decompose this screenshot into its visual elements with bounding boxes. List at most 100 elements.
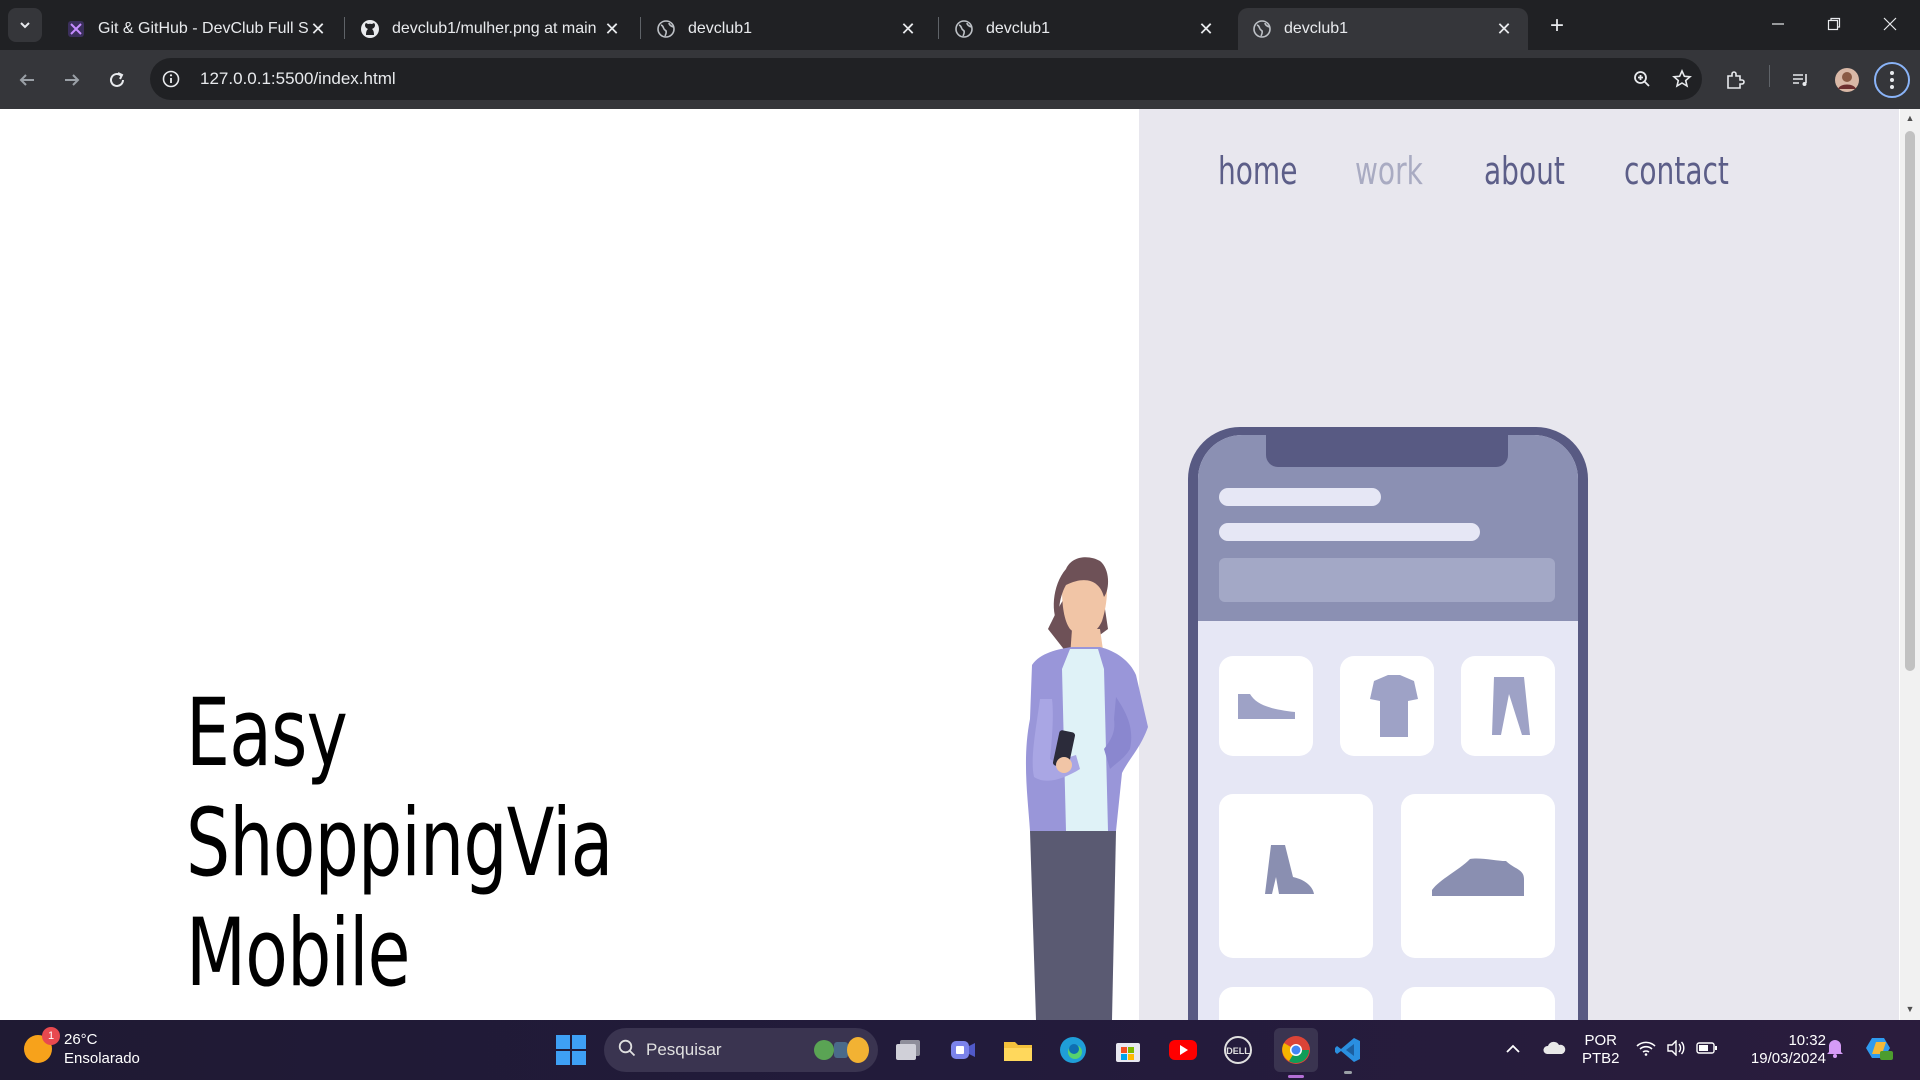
copilot-button[interactable] xyxy=(1864,1020,1898,1080)
sun-icon: 1 xyxy=(24,1027,60,1063)
tab-devclub1-a[interactable]: devclub1 ✕ xyxy=(642,8,932,50)
arrow-left-icon xyxy=(19,74,34,86)
microsoft-store-icon[interactable] xyxy=(1110,1032,1146,1068)
devclub-icon xyxy=(66,19,86,39)
hero-illustration xyxy=(1025,427,1588,1020)
weather-condition: Ensolarado xyxy=(64,1050,140,1067)
notifications-button[interactable] xyxy=(1826,1020,1848,1080)
input-language[interactable]: POR PTB2 xyxy=(1582,1032,1620,1068)
browser-chrome: Git & GitHub - DevClub Full Sta ✕ devclu… xyxy=(0,0,1920,109)
search-placeholder: Pesquisar xyxy=(646,1040,722,1059)
avatar[interactable] xyxy=(1830,63,1864,97)
tab-separator xyxy=(344,17,345,39)
copilot-icon xyxy=(1864,1034,1898,1067)
phone-illustration xyxy=(1188,427,1588,1020)
extensions-icon[interactable] xyxy=(1718,63,1752,97)
teams-icon[interactable] xyxy=(945,1032,981,1068)
tab-title: devclub1 xyxy=(986,20,1051,37)
globe-icon xyxy=(954,19,974,39)
active-indicator xyxy=(1288,1075,1304,1078)
search-highlight-icon xyxy=(814,1037,869,1063)
task-view-icon[interactable] xyxy=(890,1032,926,1068)
weather-temp: 26°C xyxy=(64,1031,98,1048)
restore-icon xyxy=(1827,17,1841,31)
restore-button[interactable] xyxy=(1814,8,1854,40)
close-icon[interactable]: ✕ xyxy=(1196,19,1216,40)
battery-icon xyxy=(1696,1041,1726,1060)
scroll-up-icon[interactable]: ▲ xyxy=(1905,113,1915,123)
tab-search-button[interactable] xyxy=(8,8,42,42)
system-tray xyxy=(1500,1020,1572,1080)
clock-time: 10:32 xyxy=(1788,1032,1826,1049)
tab-title: devclub1 xyxy=(688,20,753,37)
taskbar-search[interactable]: Pesquisar xyxy=(604,1028,878,1072)
toolbar-separator xyxy=(1769,65,1770,87)
tab-github-mulher[interactable]: devclub1/mulher.png at main · ✕ xyxy=(346,8,636,50)
search-icon xyxy=(618,1039,636,1062)
address-bar[interactable]: 127.0.0.1:5500/index.html xyxy=(150,58,1702,100)
chrome-icon[interactable] xyxy=(1274,1028,1318,1078)
page-scrollbar[interactable]: ▲ ▼ xyxy=(1900,109,1920,1020)
scrollbar-thumb[interactable] xyxy=(1905,131,1915,671)
new-tab-button[interactable]: + xyxy=(1543,12,1571,40)
github-icon xyxy=(360,19,380,39)
tab-title: devclub1 xyxy=(1284,20,1349,37)
arrow-right-icon xyxy=(65,74,80,86)
tab-title: Git & GitHub - DevClub Full Sta xyxy=(98,20,308,37)
forward-button[interactable] xyxy=(55,63,89,97)
clock-date: 19/03/2024 xyxy=(1750,1050,1826,1067)
tab-separator xyxy=(640,17,641,39)
browser-toolbar: 127.0.0.1:5500/index.html xyxy=(0,50,1920,109)
file-explorer-icon[interactable] xyxy=(1000,1032,1036,1068)
tab-separator xyxy=(938,17,939,39)
tab-devclub1-active[interactable]: devclub1 ✕ xyxy=(1238,8,1528,50)
bell-icon xyxy=(1826,1038,1848,1063)
close-icon[interactable]: ✕ xyxy=(602,19,622,40)
weather-widget[interactable]: 1 26°C Ensolarado xyxy=(24,1027,140,1068)
lang-line-1: POR xyxy=(1584,1032,1618,1049)
minimize-button[interactable] xyxy=(1758,8,1798,40)
lang-line-2: PTB2 xyxy=(1582,1050,1620,1067)
site-info-icon[interactable] xyxy=(150,58,192,100)
windows-logo-icon xyxy=(556,1035,570,1049)
open-indicator xyxy=(1344,1071,1352,1074)
edge-icon[interactable] xyxy=(1055,1032,1091,1068)
chevron-up-icon[interactable] xyxy=(1500,1041,1526,1059)
tab-devclub1-b[interactable]: devclub1 ✕ xyxy=(940,8,1230,50)
scroll-down-icon[interactable]: ▼ xyxy=(1905,1004,1915,1014)
close-icon[interactable]: ✕ xyxy=(1494,19,1514,40)
bookmark-star-icon[interactable] xyxy=(1662,58,1702,100)
close-icon xyxy=(1883,17,1897,31)
wifi-icon xyxy=(1636,1040,1666,1061)
start-button[interactable] xyxy=(556,1035,586,1065)
page-viewport: home work about contact Easy ShoppingVia… xyxy=(0,109,1920,1020)
windows-taskbar: 1 26°C Ensolarado Pesquisar DELL POR PTB… xyxy=(0,1020,1920,1080)
reload-button[interactable] xyxy=(100,63,134,97)
tab-title: devclub1/mulher.png at main · xyxy=(392,20,602,37)
onedrive-icon[interactable] xyxy=(1542,1040,1572,1061)
minimize-icon xyxy=(1772,23,1784,25)
quick-settings[interactable] xyxy=(1636,1020,1726,1080)
close-window-button[interactable] xyxy=(1870,8,1910,40)
close-icon[interactable]: ✕ xyxy=(308,19,328,40)
dell-icon[interactable]: DELL xyxy=(1220,1032,1256,1068)
chevron-down-icon xyxy=(20,22,30,29)
tab-git-github[interactable]: Git & GitHub - DevClub Full Sta ✕ xyxy=(52,8,342,50)
globe-icon xyxy=(1252,19,1272,39)
back-button[interactable] xyxy=(10,63,44,97)
media-control-icon[interactable] xyxy=(1784,63,1818,97)
youtube-icon[interactable] xyxy=(1165,1032,1201,1068)
svg-text:DELL: DELL xyxy=(1226,1046,1250,1056)
notification-badge: 1 xyxy=(42,1027,60,1045)
woman-illustration xyxy=(1025,557,1148,1020)
more-vert-icon xyxy=(1890,71,1894,89)
system-clock[interactable]: 10:32 19/03/2024 xyxy=(1740,1032,1826,1068)
menu-button[interactable] xyxy=(1874,62,1910,98)
tab-strip: Git & GitHub - DevClub Full Sta ✕ devclu… xyxy=(0,0,1920,50)
close-icon[interactable]: ✕ xyxy=(898,19,918,40)
url-text[interactable]: 127.0.0.1:5500/index.html xyxy=(200,69,1622,89)
zoom-icon[interactable] xyxy=(1622,58,1662,100)
volume-icon xyxy=(1666,1038,1696,1061)
reload-icon xyxy=(110,72,124,87)
vscode-icon[interactable] xyxy=(1330,1032,1366,1074)
